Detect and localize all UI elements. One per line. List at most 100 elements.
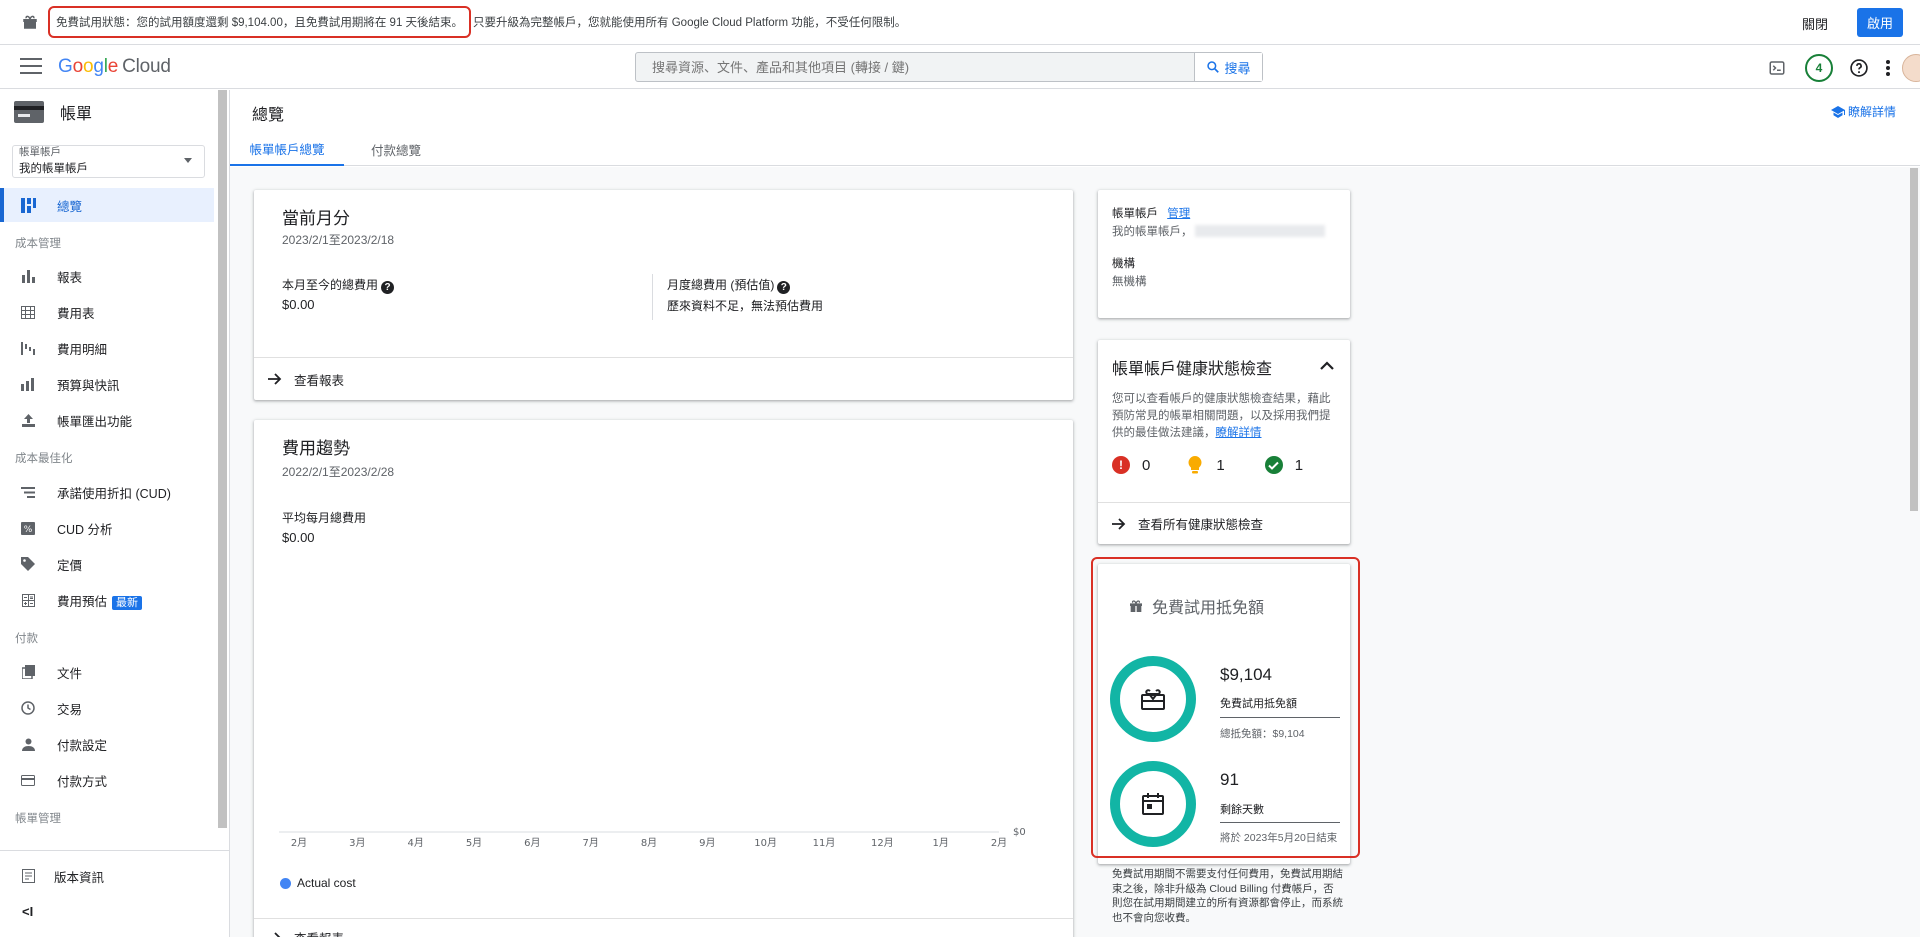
sidebar-item-documents[interactable]: 文件: [0, 655, 214, 689]
activate-button[interactable]: 啟用: [1857, 8, 1903, 37]
gift-icon: [18, 10, 42, 34]
help-icon[interactable]: ?: [777, 281, 791, 294]
divider: [652, 274, 653, 320]
bar-chart-icon: [20, 268, 36, 284]
x-tick-label: 7月: [582, 837, 598, 849]
current-month-title: 當前月分: [282, 209, 350, 228]
release-notes-icon: [20, 868, 36, 884]
school-icon: [1830, 105, 1845, 118]
x-tick-label: 9月: [699, 837, 715, 849]
sidebar-item-cost-table[interactable]: 費用表: [0, 295, 214, 329]
trial-status-highlight: 免費試用狀態：您的試用額度還剩 $9,104.00，且免費試用期將在 91 天後…: [48, 6, 472, 38]
x-tick-label: 10月: [754, 837, 777, 849]
mtd-value: $0.00: [282, 297, 315, 312]
sidebar-title: 帳單: [60, 106, 93, 123]
clock-icon: [20, 700, 36, 716]
arrow-forward-icon: [1112, 517, 1126, 530]
x-tick-label: 4月: [407, 837, 423, 849]
tab-billing-account-overview[interactable]: 帳單帳戶總覽: [230, 133, 344, 166]
section-account-management: 帳單管理: [15, 813, 61, 825]
notifications-badge[interactable]: 4: [1805, 54, 1833, 82]
account-value: 我的帳單帳戶，: [1112, 226, 1193, 238]
menu-icon[interactable]: [20, 58, 42, 76]
current-month-card: 當前月分 2023/2/1至2023/2/18 本月至今的總費用? $0.00 …: [254, 190, 1073, 400]
error-icon: !: [1112, 456, 1130, 474]
sidebar-item-pricing[interactable]: 定價: [0, 547, 214, 581]
health-learn-more-link[interactable]: 瞭解詳情: [1216, 427, 1262, 439]
collapse-sidebar-icon[interactable]: <I: [22, 904, 33, 919]
sidebar-item-payment-method[interactable]: 付款方式: [0, 763, 214, 797]
search-icon: [1207, 61, 1220, 73]
cost-trend-range: 2022/2/1至2023/2/28: [282, 465, 395, 479]
sidebar-item-release-notes[interactable]: 版本資訊: [0, 859, 214, 893]
cloud-shell-icon[interactable]: [1765, 56, 1789, 80]
legend-label: Actual cost: [297, 876, 356, 890]
health-check-card: 帳單帳戶健康狀態檢查 您可以查看帳戶的健康狀態檢查結果，藉此預防常見的帳單相關問…: [1098, 340, 1350, 544]
x-tick-label: 6月: [524, 837, 540, 849]
help-icon[interactable]: ?: [381, 281, 395, 294]
y-tick-label: $0: [1013, 827, 1026, 838]
dashboard-icon: [20, 197, 36, 213]
upload-icon: [20, 412, 36, 428]
sidebar-scrollbar[interactable]: [218, 90, 227, 828]
credits-highlight-box: [1091, 557, 1360, 858]
documents-icon: [20, 664, 36, 680]
tab-bar: 帳單帳戶總覽 付款總覽: [230, 133, 1920, 166]
manage-link[interactable]: 管理: [1167, 208, 1190, 220]
sidebar-item-overview[interactable]: 總覽: [0, 188, 214, 222]
warning-count: 1: [1216, 456, 1225, 474]
sidebar-item-transactions[interactable]: 交易: [0, 691, 214, 725]
google-cloud-logo[interactable]: Google Cloud: [58, 56, 171, 78]
more-vert-icon[interactable]: [1876, 56, 1900, 80]
x-tick-label: 2月: [991, 837, 1007, 849]
org-value: 無機構: [1112, 276, 1147, 288]
top-header: GoogleCloud 搜尋 4: [0, 46, 1920, 89]
chevron-down-icon: [184, 158, 192, 163]
arrow-forward-icon: [268, 931, 281, 937]
svg-text:%: %: [24, 525, 33, 535]
view-reports-link[interactable]: 查看報表: [254, 357, 1073, 400]
sidebar-item-cost-estimate[interactable]: 費用預估 最新: [0, 583, 214, 617]
sidebar-item-cud[interactable]: 承諾使用折扣 (CUD): [0, 475, 214, 509]
search-bar: 搜尋: [635, 52, 1263, 82]
sidebar-item-budgets[interactable]: 預算與快訊: [0, 367, 214, 401]
lightbulb-icon: [1188, 456, 1202, 474]
current-month-range: 2023/2/1至2023/2/18: [282, 233, 395, 247]
org-label: 機構: [1112, 258, 1135, 270]
trial-banner: 免費試用狀態：您的試用額度還剩 $9,104.00，且免費試用期將在 91 天後…: [0, 0, 1920, 45]
sidebar-item-cost-breakdown[interactable]: 費用明細: [0, 331, 214, 365]
mtd-label: 本月至今的總費用: [282, 278, 379, 292]
cost-trend-card: 費用趨勢 2022/2/1至2023/2/28 平均每月總費用 $0.00 2月…: [254, 420, 1073, 937]
section-payment: 付款: [15, 633, 38, 645]
account-label: 帳單帳戶: [1112, 208, 1158, 220]
search-input[interactable]: [636, 53, 1194, 81]
help-icon[interactable]: [1847, 56, 1871, 80]
avatar[interactable]: [1902, 54, 1920, 82]
section-cost-optimization: 成本最佳化: [15, 453, 73, 465]
legend-dot: [280, 877, 291, 889]
ok-count: 1: [1294, 456, 1304, 474]
main-scrollbar[interactable]: [1910, 168, 1918, 511]
person-icon: [20, 736, 36, 752]
x-tick-label: 12月: [871, 837, 894, 849]
sidebar-item-payment-settings[interactable]: 付款設定: [0, 727, 214, 761]
learn-more-link[interactable]: 瞭解詳情: [1830, 103, 1896, 120]
waterfall-icon: [20, 340, 36, 356]
list-icon: [20, 484, 36, 500]
dismiss-button[interactable]: 關閉: [1802, 14, 1828, 33]
view-health-checks-link[interactable]: 查看所有健康狀態檢查: [1098, 502, 1350, 544]
view-trend-reports-link[interactable]: 查看報表: [268, 928, 344, 937]
chevron-up-icon[interactable]: [1320, 358, 1334, 373]
search-button[interactable]: 搜尋: [1194, 53, 1262, 81]
sidebar-item-reports[interactable]: 報表: [0, 259, 214, 293]
billing-account-select[interactable]: 帳單帳戶 我的帳單帳戶: [12, 145, 205, 178]
new-badge: 最新: [112, 595, 143, 610]
x-tick-label: 11月: [813, 837, 836, 849]
sidebar-item-cud-analysis[interactable]: % CUD 分析: [0, 511, 214, 545]
tab-payment-overview[interactable]: 付款總覽: [344, 133, 448, 166]
table-icon: [20, 304, 36, 320]
x-tick-label: 1月: [932, 837, 948, 849]
sidebar-item-billing-export[interactable]: 帳單匯出功能: [0, 403, 214, 437]
avg-monthly-value: $0.00: [282, 530, 315, 545]
budget-icon: [20, 376, 36, 392]
